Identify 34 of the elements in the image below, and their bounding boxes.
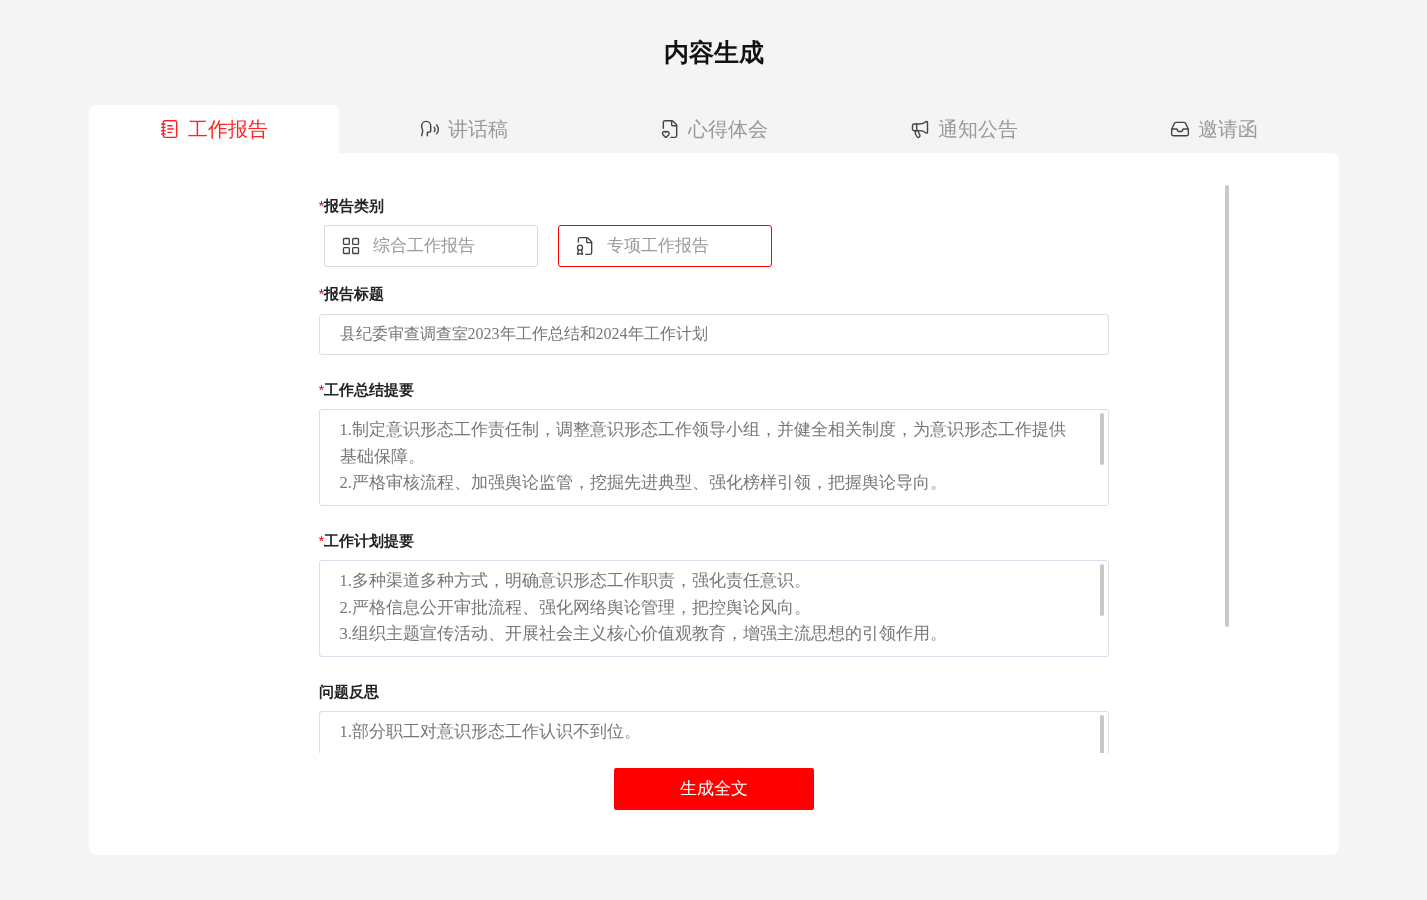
field-label: 问题反思 bbox=[318, 681, 379, 702]
field-label: 报告标题 bbox=[324, 284, 385, 304]
text-line: 2.严格审核流程、加强舆论监管，挖掘先进典型、强化榜样引领，把握舆论导向。 bbox=[339, 472, 948, 494]
tab[interactable]: 通知公告 bbox=[838, 104, 1089, 153]
required-mark: * bbox=[318, 195, 325, 216]
text-line: 3.组织主题宣传活动、开展社会主义核心价值观教育，增强主流思想的引领作用。 bbox=[339, 623, 948, 645]
text-area[interactable]: 1.多种渠道多种方式，明确意识形态工作职责，强化责任意识。 2.严格信息公开审批流程、强化网络舆论管理，把控舆论风向。 3.组织主题宣传活动、开展社会主义核心价值观教育，增强主流思想的引领作用。 bbox=[318, 560, 1109, 657]
title-field[interactable]: 县纪委审查调查室2023年工作总结和2024年工作计划 bbox=[318, 313, 1109, 355]
text-line: 1.多种渠道多种方式，明确意识形态工作职责，强化责任意识。 bbox=[339, 570, 812, 592]
badge-document-icon bbox=[574, 236, 595, 256]
text-line: 1.制定意识形态工作责任制，调整意识形态工作领导小组，并健全相关制度，为意识形态工作提供基础保障。 bbox=[339, 419, 1067, 468]
speaker-icon bbox=[419, 118, 440, 139]
text-line: 1.部分职工对意识形态工作认识不到位。 bbox=[339, 721, 642, 743]
field-label: 工作总结提要 bbox=[324, 379, 415, 400]
tab[interactable]: 讲话稿 bbox=[338, 104, 589, 153]
text-area[interactable]: 1.部分职工对意识形态工作认识不到位。 bbox=[318, 711, 1109, 753]
text-area[interactable]: 1.制定意识形态工作责任制，调整意识形态工作领导小组，并健全相关制度，为意识形态工作提供基础保障。 2.严格审核流程、加强舆论监管，挖掘先进典型、强化榜样引领，把握舆论导向。 bbox=[318, 409, 1109, 506]
page-title: 内容生成 bbox=[663, 37, 764, 68]
megaphone-icon bbox=[909, 118, 930, 139]
report-type-option[interactable]: 综合工作报告 bbox=[323, 225, 538, 267]
tab[interactable]: 工作报告 bbox=[88, 104, 339, 153]
tab[interactable]: 心得体会 bbox=[588, 104, 839, 153]
text-line: 2.严格信息公开审批流程、强化网络舆论管理，把控舆论风向。 bbox=[339, 596, 812, 619]
generate-button[interactable]: 生成全文 bbox=[613, 767, 814, 810]
heart-document-icon bbox=[659, 118, 680, 139]
required-mark: * bbox=[318, 284, 325, 304]
report-type-option[interactable]: 专项工作报告 bbox=[557, 225, 772, 267]
field-label: 报告类别 bbox=[324, 195, 385, 216]
required-mark: * bbox=[318, 379, 325, 400]
document-icon bbox=[159, 118, 180, 139]
required-mark: * bbox=[318, 530, 325, 551]
tab[interactable]: 邀请函 bbox=[1088, 104, 1339, 153]
grid-icon bbox=[340, 236, 361, 256]
field-label: 工作计划提要 bbox=[324, 530, 415, 551]
